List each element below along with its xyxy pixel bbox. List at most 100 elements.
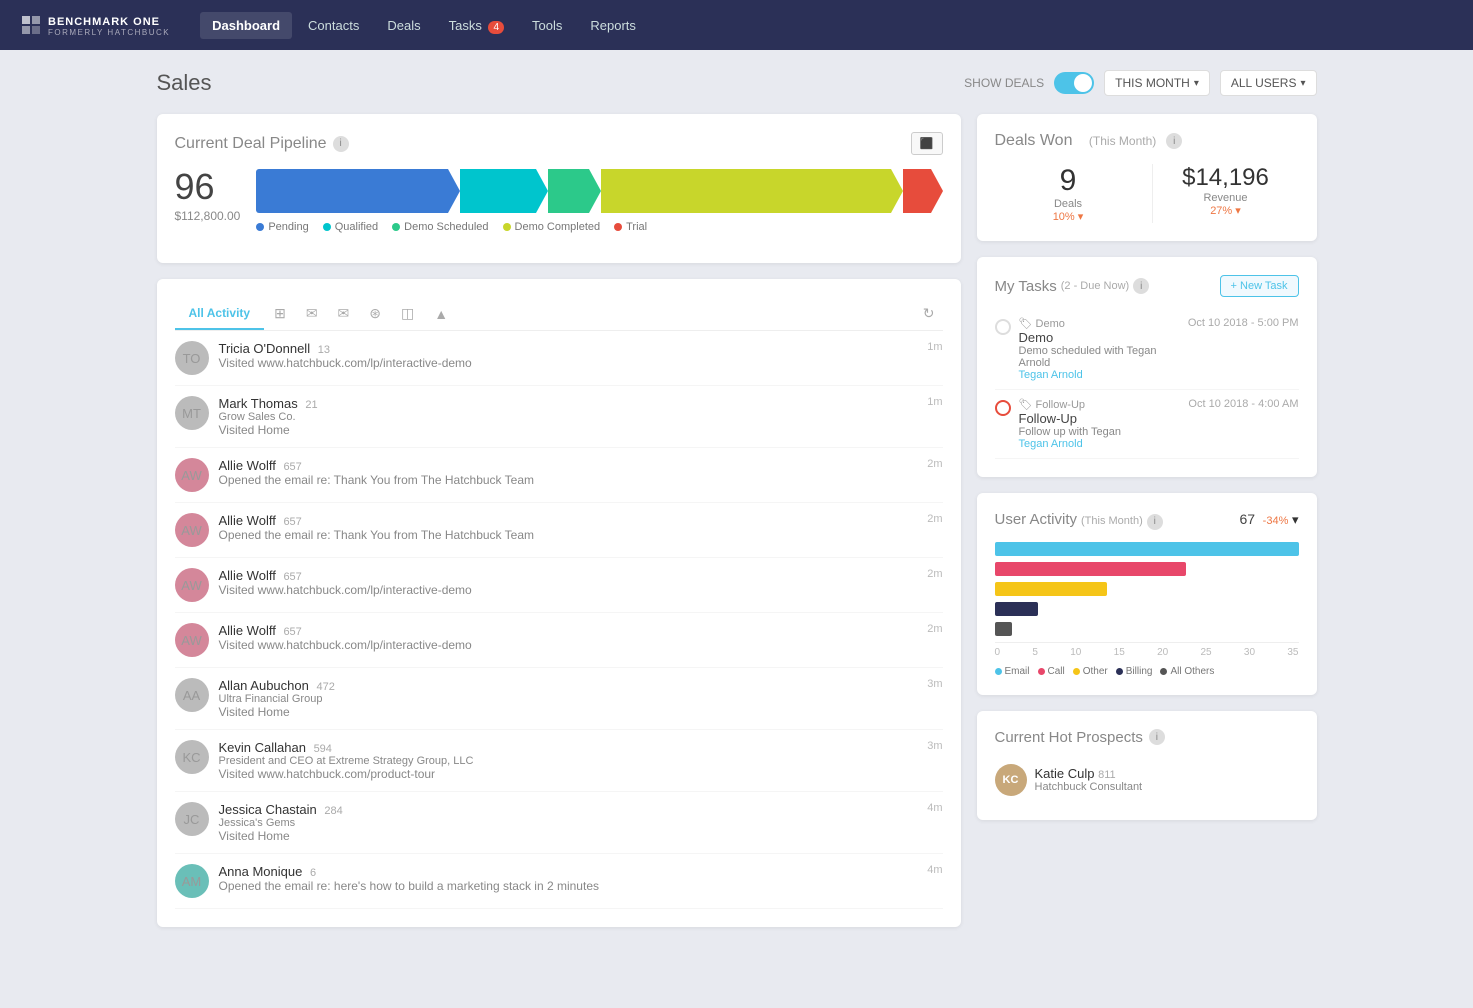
task-info: 🏷 Demo Demo Demo scheduled with Tegan Ar…: [1019, 317, 1180, 381]
prospect-item[interactable]: KC Katie Culp 811 Hatchbuck Consultant: [995, 758, 1299, 802]
tab-tag-icon[interactable]: ⊛: [359, 297, 391, 330]
pipeline-stats: 96 $112,800.00: [175, 169, 943, 233]
legend-pending: Pending: [256, 221, 308, 233]
activity-item[interactable]: TO Tricia O'Donnell 13 Visited www.hatch…: [175, 331, 943, 386]
deals-label: Deals: [995, 198, 1142, 210]
pipeline-bar-wrap: Pending Qualified Demo Scheduled: [256, 169, 942, 233]
tasks-badge: 4: [488, 21, 504, 34]
tab-grid-icon[interactable]: ⊞: [264, 297, 296, 330]
main-grid: Current Deal Pipeline i ⬛ 96 $112,800.00: [157, 114, 1317, 927]
bar-row: [995, 622, 1299, 636]
task-info: 🏷 Follow-Up Follow-Up Follow up with Teg…: [1019, 398, 1181, 450]
activity-avatar: TO: [175, 341, 209, 375]
nav-tasks[interactable]: Tasks 4: [437, 12, 516, 39]
chart-legend-item: All Others: [1160, 666, 1214, 677]
tasks-info-icon[interactable]: i: [1133, 278, 1149, 294]
refresh-button[interactable]: ↻: [915, 297, 943, 330]
nav-tools[interactable]: Tools: [520, 12, 574, 39]
pipeline-info-icon[interactable]: i: [333, 136, 349, 152]
task-person[interactable]: Tegan Arnold: [1019, 369, 1180, 381]
nav-dashboard[interactable]: Dashboard: [200, 12, 292, 39]
activity-score: 13: [318, 344, 330, 356]
activity-name: Tricia O'Donnell 13: [219, 341, 918, 356]
activity-time: 2m: [927, 568, 942, 580]
ua-change: -34%: [1263, 515, 1289, 527]
activity-avatar: AW: [175, 513, 209, 547]
activity-content: Tricia O'Donnell 13 Visited www.hatchbuc…: [219, 341, 918, 370]
prospects-title: Current Hot Prospects: [995, 729, 1143, 746]
activity-avatar: AA: [175, 678, 209, 712]
bar-fill: [995, 582, 1108, 596]
activity-avatar: JC: [175, 802, 209, 836]
chart-legend-item: Billing: [1116, 666, 1153, 677]
all-users-dropdown[interactable]: ALL USERS: [1220, 70, 1317, 96]
activity-avatar: KC: [175, 740, 209, 774]
legend-label-qualified: Qualified: [335, 221, 378, 233]
nav-deals[interactable]: Deals: [375, 12, 432, 39]
deals-won-info-icon[interactable]: i: [1166, 133, 1182, 149]
export-button[interactable]: ⬛: [911, 132, 943, 155]
prospect-name: Katie Culp 811: [1035, 766, 1143, 781]
activity-item[interactable]: AM Anna Monique 6 Opened the email re: h…: [175, 854, 943, 909]
activity-action: Visited Home: [219, 423, 918, 437]
task-name: Follow-Up: [1019, 411, 1181, 426]
task-type: 🏷 Follow-Up: [1019, 398, 1181, 411]
nav-contacts[interactable]: Contacts: [296, 12, 371, 39]
tab-email-icon[interactable]: ✉: [296, 297, 328, 330]
activity-content: Kevin Callahan 594 President and CEO at …: [219, 740, 918, 781]
activity-name: Allie Wolff 657: [219, 568, 918, 583]
activity-item[interactable]: JC Jessica Chastain 284 Jessica's Gems V…: [175, 792, 943, 854]
activity-time: 3m: [927, 678, 942, 690]
pipeline-legend: Pending Qualified Demo Scheduled: [256, 221, 942, 233]
ua-info-icon[interactable]: i: [1147, 514, 1163, 530]
activity-score: 657: [283, 516, 301, 528]
legend-dot-qualified: [323, 223, 331, 231]
activity-action: Visited www.hatchbuck.com/product-tour: [219, 767, 918, 781]
pipeline-panel: Current Deal Pipeline i ⬛ 96 $112,800.00: [157, 114, 961, 263]
page-header: Sales SHOW DEALS THIS MONTH ALL USERS: [157, 70, 1317, 96]
brand-logo-icon: [20, 14, 42, 36]
activity-score: 6: [310, 867, 316, 879]
activity-item[interactable]: MT Mark Thomas 21 Grow Sales Co. Visited…: [175, 386, 943, 448]
activity-item[interactable]: AW Allie Wolff 657 Opened the email re: …: [175, 503, 943, 558]
activity-time: 1m: [927, 341, 942, 353]
task-date: Oct 10 2018 - 5:00 PM: [1188, 317, 1299, 329]
activity-item[interactable]: KC Kevin Callahan 594 President and CEO …: [175, 730, 943, 792]
tab-alert-icon[interactable]: ▲: [424, 298, 458, 330]
this-month-dropdown[interactable]: THIS MONTH: [1104, 70, 1210, 96]
activity-item[interactable]: AW Allie Wolff 657 Visited www.hatchbuck…: [175, 558, 943, 613]
show-deals-toggle[interactable]: [1054, 72, 1094, 94]
tab-all-activity[interactable]: All Activity: [175, 298, 265, 330]
chart-legend-label: Billing: [1126, 666, 1153, 677]
legend-dot-demo-completed: [503, 223, 511, 231]
deals-change: 10% ▾: [995, 210, 1142, 223]
activity-item[interactable]: AW Allie Wolff 657 Visited www.hatchbuck…: [175, 613, 943, 668]
revenue-label: Revenue: [1153, 192, 1299, 204]
chart-legend-label: Call: [1048, 666, 1065, 677]
task-person[interactable]: Tegan Arnold: [1019, 438, 1181, 450]
bar-fill: [995, 562, 1186, 576]
bar-trial: [903, 169, 930, 213]
activity-item[interactable]: AW Allie Wolff 657 Opened the email re: …: [175, 448, 943, 503]
task-radio[interactable]: [995, 319, 1011, 335]
activity-name: Allie Wolff 657: [219, 458, 918, 473]
nav-reports[interactable]: Reports: [578, 12, 648, 39]
prospects-info-icon[interactable]: i: [1149, 729, 1165, 745]
tab-form-icon[interactable]: ◫: [391, 297, 424, 330]
bar-arrow-3: [589, 169, 601, 213]
task-type: 🏷 Demo: [1019, 317, 1180, 330]
brand-sub: FORMERLY HATCHBUCK: [48, 28, 170, 37]
prospect-score: 811: [1098, 769, 1116, 781]
chart-legend-dot: [1038, 668, 1045, 675]
activity-item[interactable]: AA Allan Aubuchon 472 Ultra Financial Gr…: [175, 668, 943, 730]
bar-row: [995, 562, 1299, 576]
activity-score: 657: [283, 461, 301, 473]
activity-company: Grow Sales Co.: [219, 411, 918, 423]
new-task-button[interactable]: + New Task: [1220, 275, 1299, 297]
user-activity-panel: User Activity (This Month) i 67 -34% ▾ 0…: [977, 493, 1317, 695]
bar-arrow-1: [448, 169, 460, 213]
chart-legend-dot: [1116, 668, 1123, 675]
task-radio[interactable]: [995, 400, 1011, 416]
tab-email2-icon[interactable]: ✉: [328, 297, 360, 330]
bar-qualified: [460, 169, 535, 213]
